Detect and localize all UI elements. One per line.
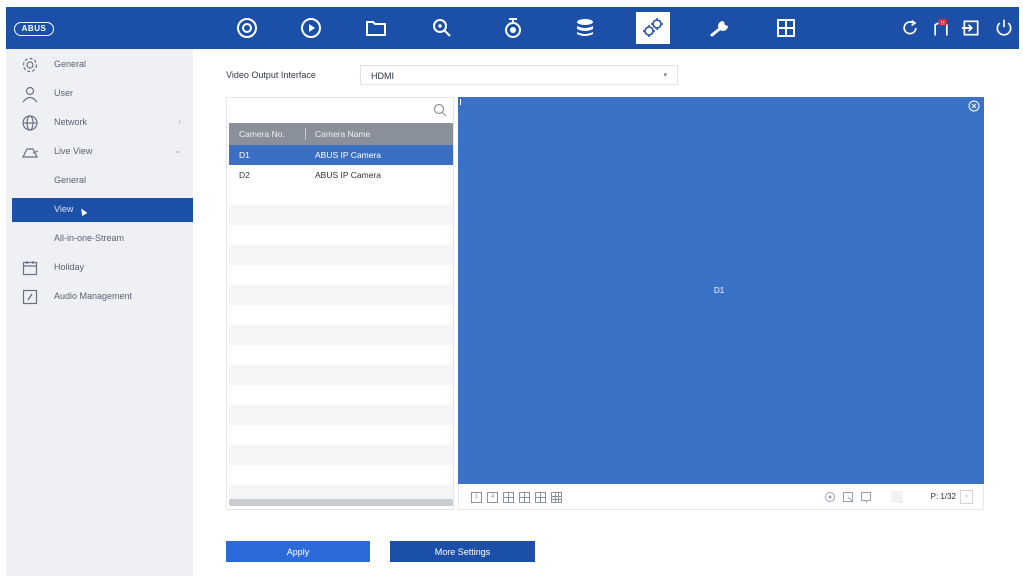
camera-list-rows: D1 ABUS IP Camera D2 ABUS IP Camera (229, 145, 453, 501)
smart-search-icon[interactable] (425, 12, 459, 44)
sidebar-item-label: User (54, 88, 74, 98)
camera-no: D1 (239, 150, 250, 160)
globe-icon (21, 114, 39, 132)
gear-icon (21, 56, 39, 74)
empty-row (229, 285, 453, 305)
sidebar-item-label: General (54, 175, 87, 185)
sidebar-item-label: Audio Management (54, 291, 133, 301)
column-divider (305, 128, 306, 140)
alarm-notification-icon[interactable]: !! (924, 12, 958, 44)
logout-icon[interactable] (954, 12, 988, 44)
sidebar-item-label: General (54, 59, 87, 69)
empty-row (229, 365, 453, 385)
sidebar-item-audio-management[interactable]: Audio Management (6, 285, 193, 309)
layout-8-button[interactable] (519, 492, 530, 503)
sidebar-item-holiday[interactable]: Holiday (6, 256, 193, 280)
chevron-down-icon: ▾ (663, 72, 667, 79)
horizontal-scrollbar[interactable] (229, 499, 453, 506)
layout-16-button[interactable] (551, 492, 562, 503)
camera-no: D2 (239, 170, 250, 180)
video-output-label: Video Output Interface (226, 70, 316, 80)
storage-icon[interactable] (568, 12, 602, 44)
layout-4-button[interactable]: 4 (487, 492, 498, 503)
camera-list-panel: Camera No. Camera Name D1 ABUS IP Camera… (226, 97, 454, 510)
sidebar-item-user[interactable]: User (6, 82, 193, 106)
disabled-slot (891, 491, 903, 503)
video-output-select[interactable]: HDMI ▾ (360, 65, 678, 85)
layout-6-button[interactable] (503, 492, 514, 503)
sidebar-item-label: Holiday (54, 262, 85, 272)
camera-row[interactable]: D2 ABUS IP Camera (229, 165, 453, 185)
channel-label: D1 (714, 286, 725, 295)
page-indicator: P: 1/32 (930, 492, 956, 501)
sidebar: General User Network › Live View ⌄ Gener… (6, 49, 193, 576)
window-marker (460, 99, 461, 105)
apply-button[interactable]: Apply (226, 541, 370, 562)
refresh-icon[interactable] (893, 12, 927, 44)
close-icon[interactable] (968, 100, 980, 112)
sidebar-item-label: All-in-one-Stream (54, 233, 125, 243)
sidebar-subitem-general[interactable]: General (6, 169, 193, 193)
sidebar-subitem-view[interactable]: View (12, 198, 193, 222)
app-window: ABUS !! General User Network › Live View… (0, 0, 1023, 576)
camera-name: ABUS IP Camera (315, 150, 381, 160)
sidebar-item-label: Live View (54, 146, 93, 156)
sidebar-item-label: Network (54, 117, 88, 127)
preview-toolbar: 1 4 P: 1/32 › (458, 484, 984, 510)
search-icon[interactable] (433, 103, 447, 117)
alarm-badge: !! (940, 20, 945, 26)
sidebar-item-label: View (54, 204, 74, 214)
chevron-right-icon: › (178, 117, 181, 126)
live-view-icon[interactable] (230, 12, 264, 44)
sidebar-subitem-all-in-one-stream[interactable]: All-in-one-Stream (6, 227, 193, 251)
playback-icon[interactable] (294, 12, 328, 44)
next-page-button[interactable]: › (960, 490, 973, 504)
clear-icon[interactable] (860, 491, 872, 503)
configuration-icon[interactable] (636, 12, 670, 44)
empty-row (229, 245, 453, 265)
camera-list-header: Camera No. Camera Name (229, 123, 453, 145)
sidebar-item-network[interactable]: Network › (6, 111, 193, 135)
empty-row (229, 205, 453, 225)
sidebar-item-general[interactable]: General (6, 53, 193, 77)
column-header-camera-no[interactable]: Camera No. (239, 129, 285, 139)
target-icon[interactable] (824, 491, 836, 503)
power-icon[interactable] (987, 12, 1021, 44)
camera-row[interactable]: D1 ABUS IP Camera (229, 145, 453, 165)
empty-row (229, 325, 453, 345)
more-settings-button[interactable]: More Settings (390, 541, 535, 562)
layout-9-button[interactable] (535, 492, 546, 503)
video-output-value: HDMI (371, 71, 394, 81)
sidebar-item-live-view[interactable]: Live View ⌄ (6, 140, 193, 164)
empty-row (229, 445, 453, 465)
empty-row (229, 405, 453, 425)
maintenance-icon[interactable] (704, 12, 738, 44)
layout-1-button[interactable]: 1 (471, 492, 482, 503)
chevron-down-icon: ⌄ (174, 146, 181, 155)
live-view-icon (21, 143, 39, 161)
file-folder-icon[interactable] (359, 12, 393, 44)
layout-grid-icon[interactable] (769, 12, 803, 44)
abus-logo: ABUS (14, 22, 54, 36)
camera-icon[interactable] (496, 12, 530, 44)
mouse-cursor-icon (78, 206, 88, 217)
column-header-camera-name[interactable]: Camera Name (315, 129, 370, 139)
top-toolbar: ABUS !! (6, 7, 1019, 49)
calendar-icon (21, 259, 39, 277)
audio-icon (21, 288, 39, 306)
user-icon (21, 85, 39, 103)
channel-preview[interactable]: D1 (458, 97, 984, 484)
camera-name: ABUS IP Camera (315, 170, 381, 180)
fullscreen-icon[interactable] (842, 491, 854, 503)
